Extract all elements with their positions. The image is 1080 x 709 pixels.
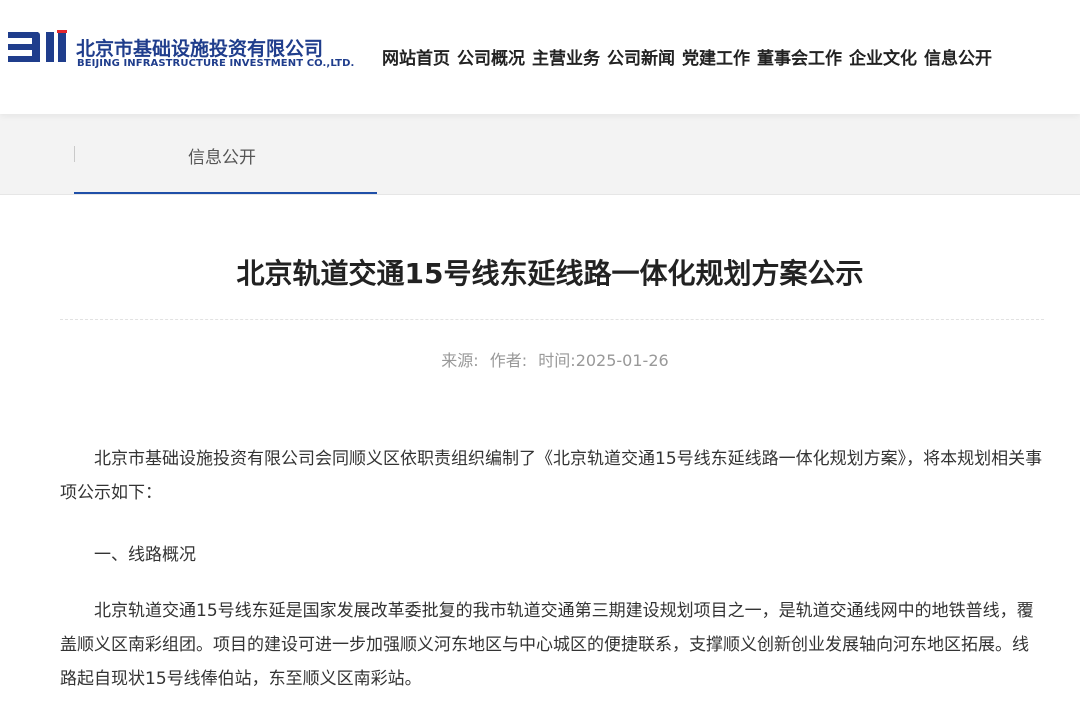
bii-logo-icon <box>8 30 67 62</box>
title-divider <box>60 319 1044 320</box>
nav-home[interactable]: 网站首页 <box>382 44 450 69</box>
article-paragraph: 北京轨道交通15号线东延是国家发展改革委批复的我市轨道交通第三期建设规划项目之一… <box>60 601 1034 689</box>
article-paragraph: 北京市基础设施投资有限公司会同顺义区依职责组织编制了《北京轨道交通15号线东延线… <box>60 449 1043 503</box>
nav-board-work[interactable]: 董事会工作 <box>757 44 842 69</box>
subnav-divider <box>74 146 75 162</box>
bii-logo[interactable] <box>8 30 74 70</box>
subnav-active-indicator <box>74 192 377 194</box>
site-header: 北京市基础设施投资有限公司 BEIJING INFRASTRUCTURE INV… <box>0 0 1080 114</box>
article-title: 北京轨道交通15号线东延线路一体化规划方案公示 <box>236 257 864 290</box>
nav-corporate-culture[interactable]: 企业文化 <box>849 44 917 69</box>
article-section-heading: 一、线路概况 <box>94 545 196 565</box>
article-time: 时间:2025-01-26 <box>538 351 669 370</box>
nav-main-business[interactable]: 主营业务 <box>532 44 600 69</box>
nav-company-overview[interactable]: 公司概况 <box>457 44 525 69</box>
main-nav: 网站首页 公司概况 主营业务 公司新闻 党建工作 董事会工作 企业文化 信息公开 <box>382 44 999 69</box>
sub-navigation-bar: 信息公开 <box>0 114 1080 195</box>
article-meta: 来源: 作者: 时间:2025-01-26 <box>0 347 1080 371</box>
nav-info-disclosure[interactable]: 信息公开 <box>924 44 992 69</box>
subnav-current-item[interactable]: 信息公开 <box>188 143 256 168</box>
article-source: 来源: <box>441 351 479 370</box>
company-name-en: BEIJING INFRASTRUCTURE INVESTMENT CO.,LT… <box>77 58 355 69</box>
company-name-cn[interactable]: 北京市基础设施投资有限公司 <box>76 34 323 61</box>
nav-party-building[interactable]: 党建工作 <box>682 44 750 69</box>
nav-company-news[interactable]: 公司新闻 <box>607 44 675 69</box>
article-author: 作者: <box>489 351 528 370</box>
